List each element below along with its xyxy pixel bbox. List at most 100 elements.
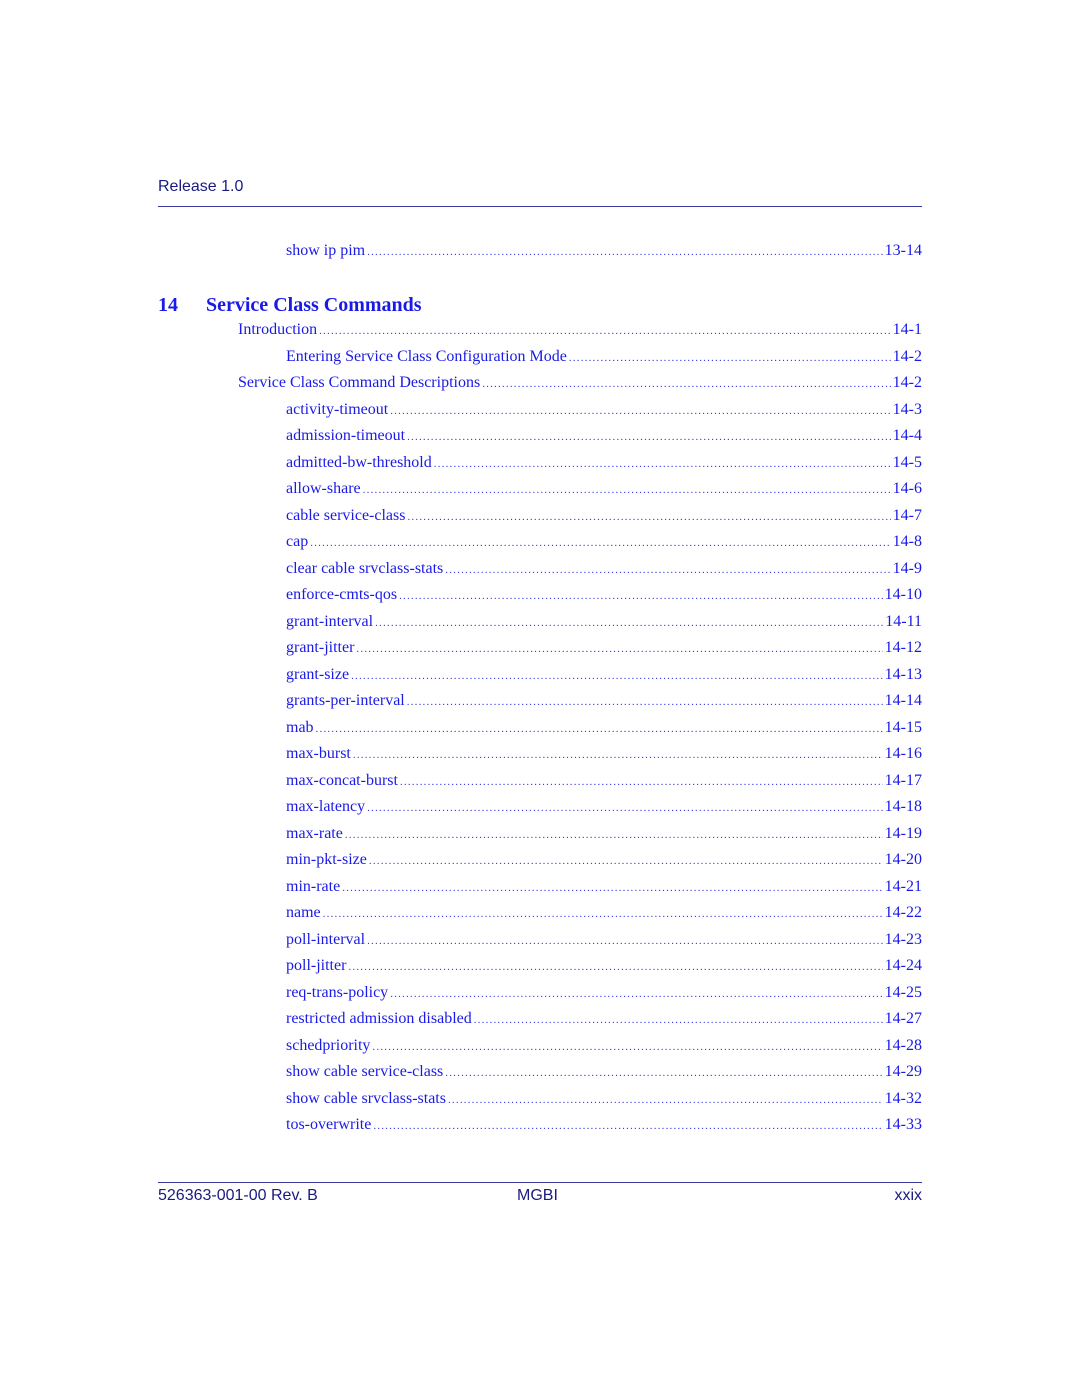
toc-entry[interactable]: cable service-class 14-7 (286, 507, 922, 527)
toc-entry[interactable]: req-trans-policy 14-25 (286, 984, 922, 1004)
dot-leader (310, 537, 890, 549)
toc-entry[interactable]: name 14-22 (286, 904, 922, 924)
toc-entry-label: min-pkt-size (286, 851, 367, 868)
dot-leader (474, 1014, 883, 1026)
dot-leader (367, 935, 883, 947)
chapter-number: 14 (158, 294, 178, 316)
dot-leader (390, 405, 890, 417)
toc-entry-page: 14-21 (884, 877, 922, 895)
toc-entry[interactable]: grant-size 14-13 (286, 666, 922, 686)
toc-entry-label: max-concat-burst (286, 771, 398, 789)
toc-entry-label: grant-size (286, 665, 350, 683)
dot-leader (363, 484, 891, 496)
toc-entry-page: 14-20 (884, 851, 922, 868)
toc-entry[interactable]: restricted admission disabled 14-27 (286, 1010, 922, 1030)
toc-entry-label: show cable srvclass-stats (286, 1089, 446, 1107)
toc-entry[interactable]: max-concat-burst 14-17 (286, 772, 922, 792)
toc-entry-page: 14-25 (884, 983, 922, 1001)
dot-leader (399, 590, 883, 602)
dot-leader (353, 749, 883, 761)
toc-entry-label: name (286, 904, 321, 921)
toc-entry[interactable]: Service Class Command Descriptions 14-2 (238, 374, 922, 394)
toc-entry[interactable]: grant-interval 14-11 (286, 613, 922, 633)
toc-entry-label: activity-timeout (286, 400, 389, 418)
toc-entry[interactable]: mab 14-15 (286, 719, 922, 739)
toc-entry-prev[interactable]: show ip pim 13-14 (286, 242, 922, 262)
dot-leader (367, 802, 883, 814)
chapter-heading[interactable]: 14 Service Class Commands (158, 294, 422, 317)
toc-entry-page: 14-6 (892, 480, 922, 497)
document-page: Release 1.0 show ip pim 13-14 14 Service… (0, 0, 1080, 1397)
header-rule (158, 206, 922, 207)
toc-entry-page: 14-7 (892, 506, 922, 524)
dot-leader (407, 431, 891, 443)
toc-entry[interactable]: enforce-cmts-qos 14-10 (286, 586, 922, 606)
toc-entry[interactable]: tos-overwrite 14-33 (286, 1116, 922, 1136)
chapter-title: Service Class Commands (206, 294, 422, 316)
toc-entry-page: 14-9 (892, 559, 922, 577)
toc-entry[interactable]: max-latency 14-18 (286, 798, 922, 818)
toc-entry-page: 14-12 (884, 639, 922, 656)
toc-entry[interactable]: min-pkt-size 14-20 (286, 851, 922, 871)
toc-entry[interactable]: activity-timeout 14-3 (286, 401, 922, 421)
dot-leader (356, 643, 882, 655)
toc-entry-label: req-trans-policy (286, 983, 389, 1001)
dot-leader (434, 458, 891, 470)
toc-entry[interactable]: poll-jitter 14-24 (286, 957, 922, 977)
toc-entry-label: cable service-class (286, 506, 406, 524)
toc-entry[interactable]: Entering Service Class Configuration Mod… (286, 348, 922, 368)
toc-entry-label: grants-per-interval (286, 692, 405, 709)
toc-entry-page: 14-17 (884, 771, 922, 789)
toc-entry-page: 14-1 (892, 321, 922, 338)
toc-entry[interactable]: max-rate 14-19 (286, 825, 922, 845)
toc-entry[interactable]: schedpriority 14-28 (286, 1037, 922, 1057)
toc-entry-page: 14-22 (884, 904, 922, 921)
toc-entry-label: enforce-cmts-qos (286, 586, 398, 603)
toc-entry[interactable]: grants-per-interval 14-14 (286, 692, 922, 712)
toc-entry[interactable]: allow-share 14-6 (286, 480, 922, 500)
toc-entry[interactable]: admission-timeout 14-4 (286, 427, 922, 447)
dot-leader (351, 670, 883, 682)
toc-entry[interactable]: clear cable srvclass-stats 14-9 (286, 560, 922, 580)
dot-leader (345, 829, 883, 841)
toc-entry-label: grant-jitter (286, 639, 355, 656)
dot-leader (569, 352, 891, 364)
dot-leader (372, 1041, 882, 1053)
toc-entry[interactable]: show cable srvclass-stats 14-32 (286, 1090, 922, 1110)
toc-entry-page: 14-8 (892, 533, 922, 550)
toc-entry-page: 14-24 (884, 957, 922, 974)
toc-entry[interactable]: admitted-bw-threshold 14-5 (286, 454, 922, 474)
toc-entry[interactable]: cap 14-8 (286, 533, 922, 553)
dot-leader (375, 617, 883, 629)
toc-entry-label: Service Class Command Descriptions (238, 374, 481, 391)
toc-entry-label: poll-interval (286, 930, 366, 948)
toc-entry[interactable]: grant-jitter 14-12 (286, 639, 922, 659)
toc-entry[interactable]: max-burst 14-16 (286, 745, 922, 765)
dot-leader (448, 1094, 883, 1106)
dot-leader (367, 246, 883, 258)
release-header: Release 1.0 (158, 178, 244, 195)
dot-leader (342, 882, 882, 894)
toc-entry-label: schedpriority (286, 1036, 371, 1054)
toc-entry-page: 14-27 (884, 1010, 922, 1027)
toc-entry-page: 14-3 (892, 400, 922, 418)
toc-entry-page: 14-18 (884, 798, 922, 815)
dot-leader (373, 1120, 882, 1132)
toc-entry[interactable]: show cable service-class 14-29 (286, 1063, 922, 1083)
dot-leader (323, 908, 883, 920)
toc-entry[interactable]: Introduction 14-1 (238, 321, 922, 341)
dot-leader (390, 988, 882, 1000)
toc-entry[interactable]: min-rate 14-21 (286, 878, 922, 898)
toc-entry-page: 14-15 (884, 718, 922, 736)
toc-entry[interactable]: poll-interval 14-23 (286, 931, 922, 951)
toc-entry-label: max-burst (286, 745, 351, 762)
doc-number: 526363-001-00 Rev. B (158, 1187, 318, 1204)
dot-leader (348, 961, 882, 973)
dot-leader (400, 776, 883, 788)
dot-leader (319, 325, 891, 337)
toc-entry-page: 14-29 (884, 1063, 922, 1080)
toc-entry-label: admission-timeout (286, 427, 406, 444)
dot-leader (407, 511, 890, 523)
toc-entry-label: show cable service-class (286, 1063, 444, 1080)
toc-entry-page: 14-4 (892, 427, 922, 444)
